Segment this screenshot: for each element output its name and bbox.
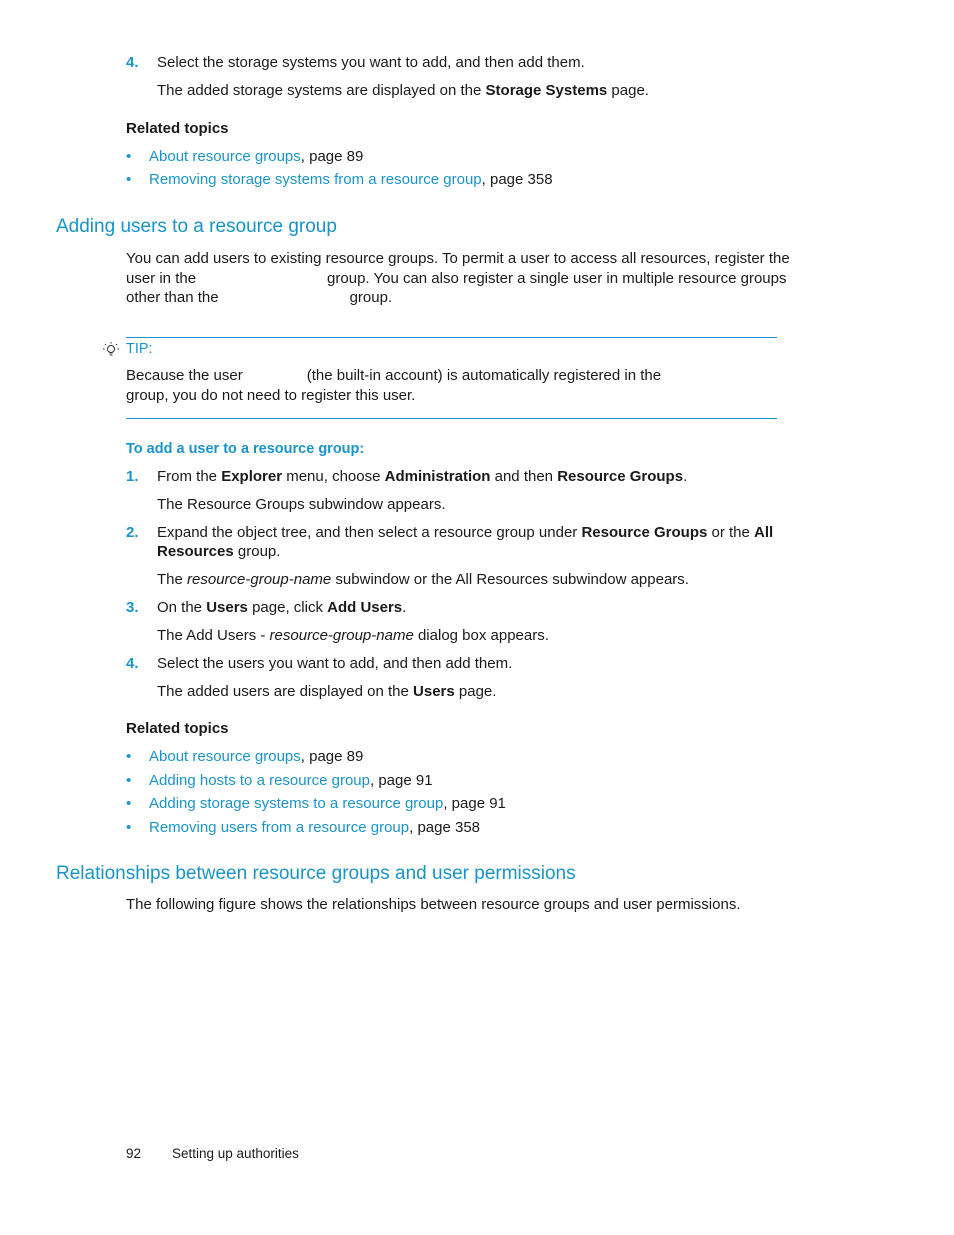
tip-top-rule: [126, 337, 777, 338]
intro-line: user in the group. You can also register …: [126, 269, 790, 289]
tip-line: Because the user (the built-in account) i…: [126, 366, 661, 386]
related-topic-link[interactable]: About resource groups: [149, 748, 301, 765]
intro-text: user in the: [126, 269, 197, 287]
step-text-part: On the: [157, 599, 207, 616]
tip-text: Because the user: [126, 367, 243, 384]
step-text-part: menu, choose: [282, 468, 385, 485]
step-result: The added users are displayed on the Use…: [157, 683, 496, 700]
step-result-text: page.: [454, 683, 497, 700]
ui-term: Administration: [384, 468, 491, 485]
related-topic-item: • Removing users from a resource group, p…: [126, 819, 480, 836]
bullet-icon: •: [126, 772, 132, 789]
ui-term: Resource Groups: [557, 468, 684, 485]
intro-text: group. You can also register a single us…: [327, 269, 787, 287]
page-ref: , page 89: [300, 748, 364, 765]
section-heading: Relationships between resource groups an…: [56, 863, 576, 884]
ui-term: Users: [206, 599, 248, 616]
bullet-icon: •: [126, 171, 132, 188]
related-topics-heading: Related topics: [126, 720, 229, 737]
ui-term: Add Users: [327, 599, 403, 616]
step-result-text: The Add Users -: [157, 627, 270, 644]
page-ref: , page 358: [481, 171, 553, 188]
step-text: From the Explorer menu, choose Administr…: [157, 468, 687, 485]
section-heading: Adding users to a resource group: [56, 216, 337, 237]
step-text-part: .: [402, 599, 407, 616]
step-result: The added storage systems are displayed …: [157, 82, 649, 99]
tip-line: group, you do not need to register this …: [126, 386, 416, 404]
chapter-title: Setting up authorities: [172, 1146, 299, 1161]
related-topic-link[interactable]: Adding storage systems to a resource gro…: [149, 795, 443, 812]
step-number: 2.: [126, 524, 139, 541]
step-text-part: and then: [490, 468, 558, 485]
step-text-part: group.: [233, 543, 281, 560]
ui-term: All: [754, 524, 774, 541]
step-number: 4.: [126, 655, 139, 672]
step-text: Expand the object tree, and then select …: [157, 524, 773, 541]
step-text-part: page, click: [247, 599, 328, 616]
bullet-icon: •: [126, 795, 132, 812]
procedure-title: To add a user to a resource group:: [126, 441, 365, 457]
related-topic-item: • Adding hosts to a resource group, page …: [126, 772, 433, 789]
related-topic-item: • About resource groups, page 89: [126, 748, 363, 765]
page-ref: , page 91: [443, 795, 506, 812]
step-text: Select the storage systems you want to a…: [157, 54, 585, 71]
step-result-text: The: [157, 571, 188, 588]
page-ref: , page 91: [369, 772, 433, 789]
page-ref: , page 89: [300, 148, 364, 165]
step-result-text: dialog box appears.: [413, 627, 549, 644]
step-text-part: .: [683, 468, 688, 485]
step-number: 3.: [126, 599, 139, 616]
related-topic-link[interactable]: About resource groups: [149, 148, 301, 165]
intro-text: group.: [349, 289, 393, 306]
step-text-part: Expand the object tree, and then select …: [157, 524, 582, 541]
variable-term: resource-group-name: [187, 571, 332, 588]
tip-body: Because the user (the built-in account) i…: [126, 366, 661, 405]
ui-term: Storage Systems: [485, 82, 608, 99]
bullet-icon: •: [126, 748, 132, 765]
page-number: 92: [126, 1146, 142, 1161]
ui-term: Resource Groups: [581, 524, 708, 541]
related-topic-link[interactable]: Removing storage systems from a resource…: [149, 171, 482, 188]
related-topic-item: • About resource groups, page 89: [126, 148, 363, 165]
step-text: Resources group.: [157, 543, 280, 560]
step-result-text: The added users are displayed on the: [157, 683, 414, 700]
step-result-text: page.: [607, 82, 649, 99]
page-ref: , page 358: [409, 819, 481, 836]
step-number: 1.: [126, 468, 139, 485]
step-result: The resource-group-name subwindow or the…: [157, 571, 689, 588]
related-topics-heading: Related topics: [126, 120, 229, 137]
step-text-part: From the: [157, 468, 222, 485]
step-text: On the Users page, click Add Users.: [157, 599, 406, 616]
step-result: The Add Users - resource-group-name dial…: [157, 627, 549, 644]
section-intro: You can add users to existing resource g…: [126, 249, 790, 308]
ui-term: Explorer: [221, 468, 283, 485]
step-result-text: The added storage systems are displayed …: [157, 82, 486, 99]
lightbulb-icon: [102, 341, 120, 363]
step-text-part: or the: [707, 524, 755, 541]
tip-text: (the built-in account) is automatically …: [306, 367, 662, 384]
bullet-icon: •: [126, 148, 132, 165]
section-intro: The following figure shows the relations…: [126, 896, 741, 913]
tip-bottom-rule: [126, 418, 777, 419]
intro-line: other than the group.: [126, 288, 790, 308]
step-result: The Resource Groups subwindow appears.: [157, 496, 446, 513]
ui-term: Resources: [157, 543, 234, 560]
related-topic-item: • Adding storage systems to a resource gr…: [126, 795, 506, 812]
step-number: 4.: [126, 54, 139, 71]
ui-term: Users: [413, 683, 455, 700]
related-topic-link[interactable]: Removing users from a resource group: [149, 819, 409, 836]
bullet-icon: •: [126, 819, 132, 836]
related-topic-item: • Removing storage systems from a resourc…: [126, 171, 553, 188]
step-result-text: subwindow or the All Resources subwindow…: [331, 571, 689, 588]
tip-label: TIP:: [126, 341, 153, 357]
intro-line: You can add users to existing resource g…: [126, 250, 790, 267]
related-topic-link[interactable]: Adding hosts to a resource group: [149, 772, 370, 789]
step-text: Select the users you want to add, and th…: [157, 655, 513, 672]
intro-text: other than the: [126, 289, 219, 306]
variable-term: resource-group-name: [269, 627, 414, 644]
